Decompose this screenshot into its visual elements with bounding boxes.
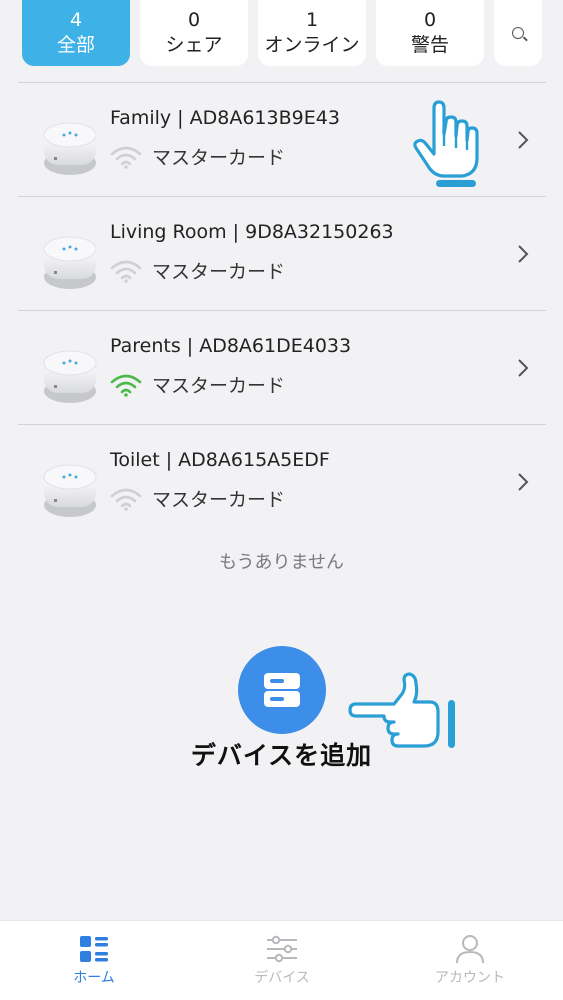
device-name: Toilet | AD8A615A5EDF [110,449,330,471]
pointing-hand-icon [413,100,479,187]
tab-all-count: 4 [69,9,83,31]
device-status: マスターカード [152,375,286,397]
list-end-text: もうありません [219,552,344,573]
user-icon [456,935,484,964]
device-image-icon [43,236,97,289]
tab-shared-count: 0 [187,9,201,31]
sliders-icon [267,935,297,963]
nav-home[interactable]: ホーム [0,921,188,1000]
nav-account-label: アカウント [435,970,505,986]
device-name: Parents | AD8A61DE4033 [110,335,352,357]
device-status: マスターカード [152,147,286,169]
chevron-right-icon [518,131,529,149]
device-name: Living Room | 9D8A32150263 [110,221,394,243]
wifi-icon [110,146,142,169]
tab-online-label: オンライン [264,34,360,56]
chevron-right-icon [518,473,529,491]
tab-shared[interactable]: 0 シェア [140,0,248,66]
home-grid-icon [80,936,108,962]
device-name: Family | AD8A613B9E43 [110,107,340,129]
device-row[interactable]: Living Room | 9D8A32150263 マスターカード [18,197,546,310]
tab-warning[interactable]: 0 警告 [376,0,484,66]
tab-warning-label: 警告 [410,34,449,56]
tab-online[interactable]: 1 オンライン [258,0,366,66]
device-add-icon [264,673,300,707]
chevron-right-icon [518,359,529,377]
wifi-icon [110,488,142,511]
tab-all[interactable]: 4 全部 [22,0,130,66]
filter-tabs: 4 全部 0 シェア 1 オンライン 0 警告 [0,0,563,66]
tab-all-label: 全部 [56,34,95,56]
device-row[interactable]: Toilet | AD8A615A5EDF マスターカード [18,425,546,538]
device-row[interactable]: Parents | AD8A61DE4033 マスターカード [18,311,546,424]
tab-shared-label: シェア [165,34,223,56]
tab-warning-count: 0 [423,9,437,31]
add-device-label: デバイスを追加 [190,741,373,770]
tab-online-count: 1 [305,9,319,31]
search-icon [512,27,524,39]
search-button[interactable] [494,0,542,66]
device-status: マスターカード [152,261,286,283]
device-image-icon [43,350,97,403]
pointing-hand-left-icon [348,672,455,748]
wifi-icon [110,260,142,283]
wifi-icon [110,374,142,397]
bottom-nav: ホーム デバイス アカウント [0,920,563,1000]
nav-devices[interactable]: デバイス [188,921,376,1000]
device-image-icon [43,122,97,175]
device-status: マスターカード [152,489,286,511]
add-device-button[interactable] [238,646,326,734]
device-image-icon [43,464,97,517]
nav-account[interactable]: アカウント [376,921,563,1000]
nav-home-label: ホーム [73,970,115,986]
chevron-right-icon [518,245,529,263]
nav-devices-label: デバイス [254,970,310,986]
